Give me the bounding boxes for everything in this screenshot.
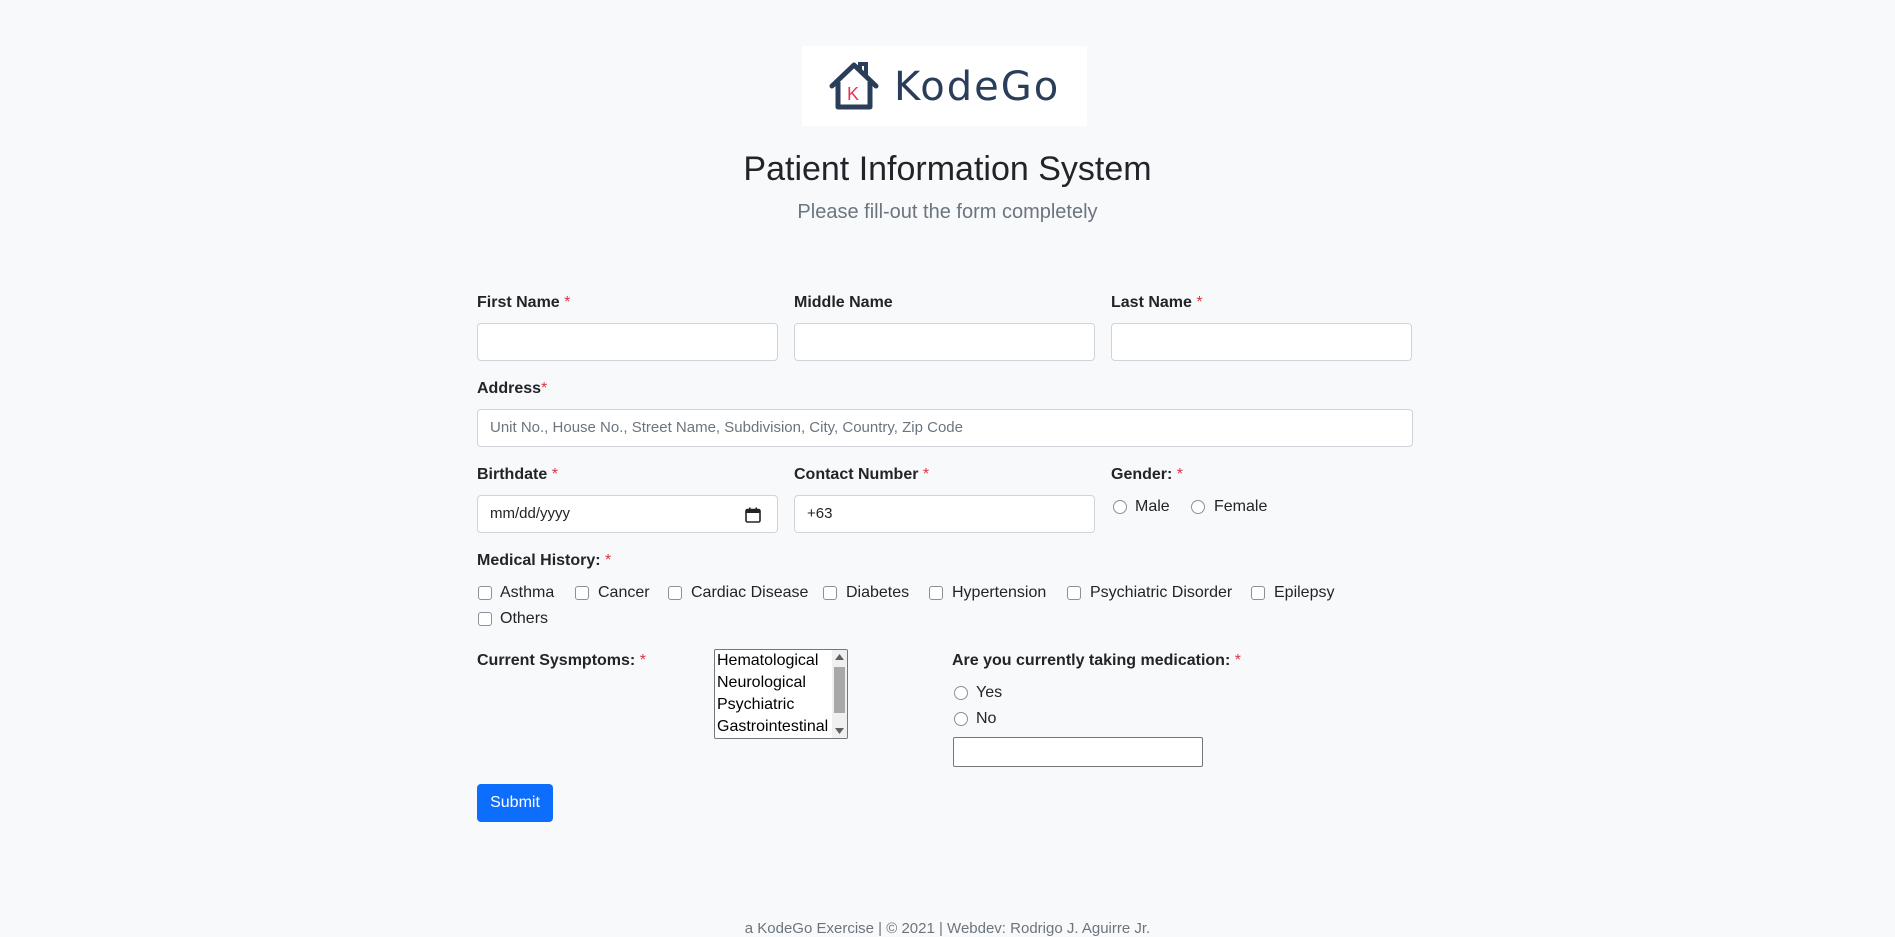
address-placeholder: Unit No., House No., Street Name, Subdiv…	[490, 419, 963, 436]
diabetes-checkbox[interactable]	[823, 586, 837, 600]
cardiac-disease-label[interactable]: Cardiac Disease	[691, 584, 808, 602]
first-name-input[interactable]	[477, 323, 778, 361]
last-name-label: Last Name *	[1111, 294, 1203, 311]
birthdate-placeholder: mm/dd/yyyy	[490, 505, 571, 522]
diabetes-label[interactable]: Diabetes	[846, 584, 909, 602]
scroll-down-icon[interactable]	[835, 728, 844, 734]
last-name-input[interactable]	[1111, 323, 1412, 361]
birthdate-label: Birthdate *	[477, 466, 558, 483]
cancer-checkbox[interactable]	[575, 586, 589, 600]
gender-label: Gender: *	[1111, 466, 1184, 483]
symptom-option[interactable]: Neurological	[715, 672, 847, 694]
hypertension-label[interactable]: Hypertension	[952, 584, 1046, 602]
kodego-logo: K KodeGo	[802, 46, 1087, 126]
first-name-label: First Name *	[477, 294, 571, 311]
footer-text: a KodeGo Exercise | © 2021 | Webdev: Rod…	[744, 920, 1151, 937]
address-label: Address*	[477, 380, 548, 397]
calendar-icon[interactable]	[745, 507, 761, 523]
listbox-scrollbar[interactable]	[832, 650, 847, 738]
others-label[interactable]: Others	[500, 610, 548, 628]
logo-wordmark: KodeGo	[894, 64, 1061, 110]
contact-number-label: Contact Number *	[794, 466, 930, 483]
hypertension-checkbox[interactable]	[929, 586, 943, 600]
submit-button[interactable]: Submit	[477, 784, 553, 822]
gender-male-radio[interactable]	[1113, 500, 1127, 514]
current-symptoms-label: Current Sysmptoms: *	[477, 652, 646, 669]
gender-female-radio[interactable]	[1191, 500, 1205, 514]
medication-no-label[interactable]: No	[976, 710, 996, 728]
symptom-option[interactable]: Gastrointestinal	[715, 716, 847, 738]
birthdate-input[interactable]: mm/dd/yyyy	[477, 495, 778, 533]
cancer-label[interactable]: Cancer	[598, 584, 650, 602]
symptom-option[interactable]: Psychiatric	[715, 694, 847, 716]
medication-yes-radio[interactable]	[954, 686, 968, 700]
page-title: Patient Information System	[743, 150, 1152, 188]
scroll-thumb[interactable]	[834, 667, 845, 713]
asthma-checkbox[interactable]	[478, 586, 492, 600]
symptom-option[interactable]: Hematological	[715, 650, 847, 672]
medication-details-input[interactable]	[953, 737, 1203, 767]
address-input[interactable]: Unit No., House No., Street Name, Subdiv…	[477, 409, 1413, 447]
gender-male-label[interactable]: Male	[1135, 498, 1170, 516]
cardiac-disease-checkbox[interactable]	[668, 586, 682, 600]
symptoms-listbox[interactable]: Hematological Neurological Psychiatric G…	[714, 649, 848, 739]
medical-history-label: Medical History: *	[477, 552, 612, 569]
page-subtitle: Please fill-out the form completely	[797, 201, 1098, 223]
svg-text:K: K	[847, 84, 859, 104]
gender-female-label[interactable]: Female	[1214, 498, 1267, 516]
medication-label: Are you currently taking medication: *	[952, 652, 1241, 669]
psychiatric-disorder-label[interactable]: Psychiatric Disorder	[1090, 584, 1232, 602]
scroll-up-icon[interactable]	[835, 654, 844, 660]
middle-name-label: Middle Name	[794, 294, 893, 311]
medication-yes-label[interactable]: Yes	[976, 684, 1002, 702]
contact-number-input[interactable]: +63	[794, 495, 1095, 533]
middle-name-input[interactable]	[794, 323, 1095, 361]
house-logo-icon: K	[829, 62, 879, 110]
asthma-label[interactable]: Asthma	[500, 584, 554, 602]
epilepsy-label[interactable]: Epilepsy	[1274, 584, 1334, 602]
psychiatric-disorder-checkbox[interactable]	[1067, 586, 1081, 600]
medication-no-radio[interactable]	[954, 712, 968, 726]
epilepsy-checkbox[interactable]	[1251, 586, 1265, 600]
others-checkbox[interactable]	[478, 612, 492, 626]
